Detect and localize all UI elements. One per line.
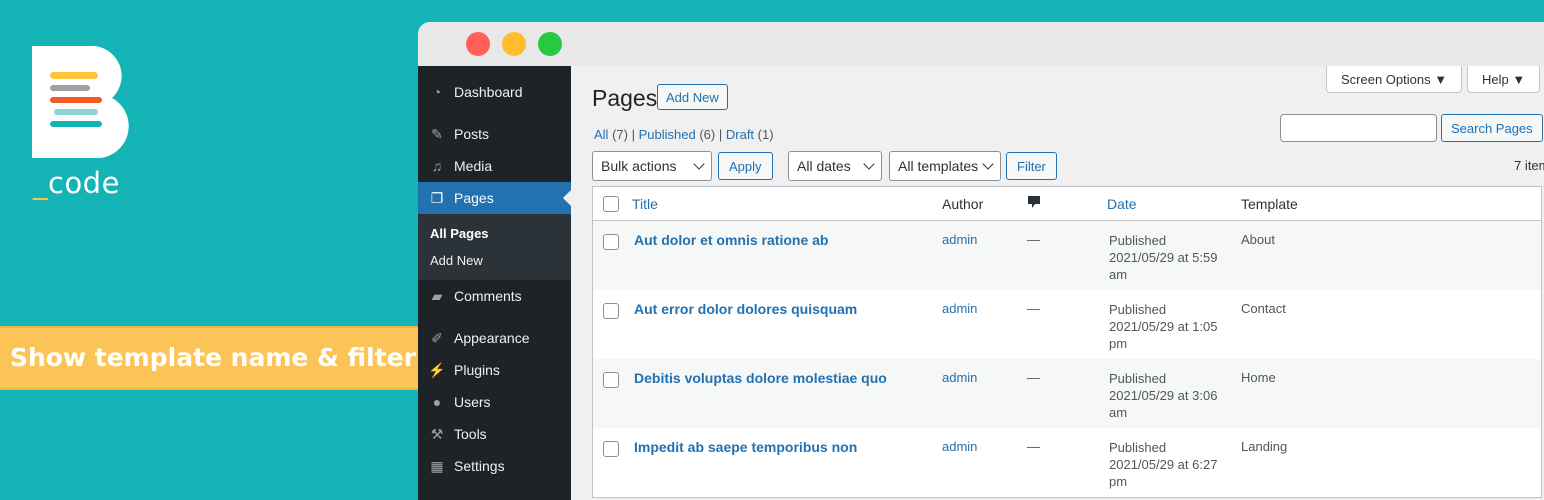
admin-sidebar: ◔ Dashboard ✎ Posts ♫ Media ❐ Pages All Page… bbox=[418, 66, 571, 500]
sidebar-item-settings[interactable]: ▦ Settings bbox=[418, 450, 571, 482]
settings-icon: ▦ bbox=[430, 457, 444, 474]
table-row: Aut error dolor dolores quisquam admin —… bbox=[593, 290, 1541, 359]
comments-count: — bbox=[1027, 370, 1040, 385]
close-window-button[interactable] bbox=[466, 32, 490, 56]
date-filter-select[interactable]: All dates bbox=[788, 151, 882, 181]
comment-bubble-icon bbox=[1027, 195, 1041, 212]
window-titlebar bbox=[418, 22, 1544, 66]
main-content: Screen Options ▼ Help ▼ Pages Add New Al… bbox=[571, 66, 1544, 500]
chevron-down-icon bbox=[982, 158, 994, 170]
status-views: All (7) | Published (6) | Draft (1) bbox=[594, 127, 774, 142]
plugin-icon: ⚡ bbox=[428, 361, 446, 378]
sidebar-item-comments[interactable]: ▰ Comments bbox=[418, 280, 571, 312]
media-icon: ♫ bbox=[431, 158, 443, 174]
brush-icon: ✐ bbox=[431, 329, 443, 346]
apply-button[interactable]: Apply bbox=[718, 152, 773, 180]
user-icon: ● bbox=[432, 394, 442, 410]
chevron-down-icon bbox=[863, 158, 875, 170]
code-logo bbox=[32, 46, 129, 158]
row-checkbox[interactable] bbox=[603, 372, 619, 388]
author-link[interactable]: admin bbox=[942, 439, 977, 454]
maximize-window-button[interactable] bbox=[538, 32, 562, 56]
sidebar-item-pages[interactable]: ❐ Pages bbox=[418, 182, 571, 214]
date-cell: Published 2021/05/29 at 3:06 am bbox=[1109, 371, 1218, 420]
sidebar-item-users[interactable]: ● Users bbox=[418, 386, 571, 418]
template-cell: Contact bbox=[1241, 301, 1286, 316]
date-cell: Published 2021/05/29 at 6:27 pm bbox=[1109, 440, 1218, 489]
sidebar-item-media[interactable]: ♫ Media bbox=[418, 150, 571, 182]
search-input[interactable] bbox=[1280, 114, 1437, 142]
chevron-down-icon bbox=[693, 158, 705, 170]
author-link[interactable]: admin bbox=[942, 301, 977, 316]
view-published-link[interactable]: Published bbox=[639, 127, 696, 142]
items-count: 7 items bbox=[1514, 158, 1544, 173]
submenu-add-new[interactable]: Add New bbox=[418, 247, 571, 274]
table-header: Title Author Date Template bbox=[593, 187, 1541, 221]
column-date[interactable]: Date bbox=[1107, 196, 1137, 212]
submenu-all-pages[interactable]: All Pages bbox=[418, 220, 571, 247]
sidebar-item-appearance[interactable]: ✐ Appearance bbox=[418, 322, 571, 354]
sidebar-item-tools[interactable]: ⚒ Tools bbox=[418, 418, 571, 450]
brand-wordmark: _code bbox=[33, 166, 120, 200]
dashboard-icon: ◔ bbox=[432, 84, 442, 100]
comments-count: — bbox=[1027, 301, 1040, 316]
page-title: Pages bbox=[592, 85, 658, 111]
author-link[interactable]: admin bbox=[942, 232, 977, 247]
browser-window: ◔ Dashboard ✎ Posts ♫ Media ❐ Pages All Page… bbox=[418, 22, 1544, 500]
pages-icon: ❐ bbox=[430, 189, 444, 206]
date-cell: Published 2021/05/29 at 1:05 pm bbox=[1109, 302, 1218, 351]
filter-button[interactable]: Filter bbox=[1006, 152, 1057, 180]
template-cell: About bbox=[1241, 232, 1275, 247]
page-title-link[interactable]: Impedit ab saepe temporibus non bbox=[634, 439, 857, 455]
minimize-window-button[interactable] bbox=[502, 32, 526, 56]
date-cell: Published 2021/05/29 at 5:59 am bbox=[1109, 233, 1218, 282]
page-title-link[interactable]: Debitis voluptas dolore molestiae quo bbox=[634, 370, 887, 386]
template-cell: Landing bbox=[1241, 439, 1288, 454]
pages-submenu: All Pages Add New bbox=[418, 214, 571, 280]
comment-icon: ▰ bbox=[431, 287, 443, 304]
feature-banner: Show template name & filter bbox=[0, 326, 420, 390]
template-cell: Home bbox=[1241, 370, 1276, 385]
page-title-link[interactable]: Aut dolor et omnis ratione ab bbox=[634, 232, 828, 248]
view-draft-link[interactable]: Draft bbox=[726, 127, 754, 142]
table-row: Aut dolor et omnis ratione ab admin — Pu… bbox=[593, 221, 1541, 290]
table-nav: Bulk actions Apply All dates All templat… bbox=[592, 151, 1544, 181]
sidebar-item-dashboard[interactable]: ◔ Dashboard bbox=[418, 76, 571, 108]
view-all-link[interactable]: All bbox=[594, 127, 608, 142]
table-row: Debitis voluptas dolore molestiae quo ad… bbox=[593, 359, 1541, 428]
screen-options-button[interactable]: Screen Options ▼ bbox=[1326, 66, 1463, 93]
table-row: Impedit ab saepe temporibus non admin — … bbox=[593, 428, 1541, 497]
column-title[interactable]: Title bbox=[632, 196, 658, 212]
sidebar-item-posts[interactable]: ✎ Posts bbox=[418, 118, 571, 150]
row-checkbox[interactable] bbox=[603, 234, 619, 250]
pages-table: Title Author Date Template Aut dolor et … bbox=[592, 186, 1542, 498]
pin-icon: ✎ bbox=[431, 125, 443, 142]
comments-count: — bbox=[1027, 439, 1040, 454]
bulk-actions-select[interactable]: Bulk actions bbox=[592, 151, 712, 181]
select-all-checkbox[interactable] bbox=[603, 196, 619, 212]
comments-count: — bbox=[1027, 232, 1040, 247]
help-button[interactable]: Help ▼ bbox=[1467, 66, 1541, 93]
add-new-button[interactable]: Add New bbox=[657, 84, 728, 110]
page-title-link[interactable]: Aut error dolor dolores quisquam bbox=[634, 301, 857, 317]
sidebar-item-plugins[interactable]: ⚡ Plugins bbox=[418, 354, 571, 386]
column-template: Template bbox=[1241, 196, 1298, 212]
row-checkbox[interactable] bbox=[603, 303, 619, 319]
template-filter-select[interactable]: All templates bbox=[889, 151, 1001, 181]
wrench-icon: ⚒ bbox=[430, 425, 444, 442]
column-author: Author bbox=[942, 196, 984, 212]
search-pages-button[interactable]: Search Pages bbox=[1441, 114, 1543, 142]
author-link[interactable]: admin bbox=[942, 370, 977, 385]
row-checkbox[interactable] bbox=[603, 441, 619, 457]
